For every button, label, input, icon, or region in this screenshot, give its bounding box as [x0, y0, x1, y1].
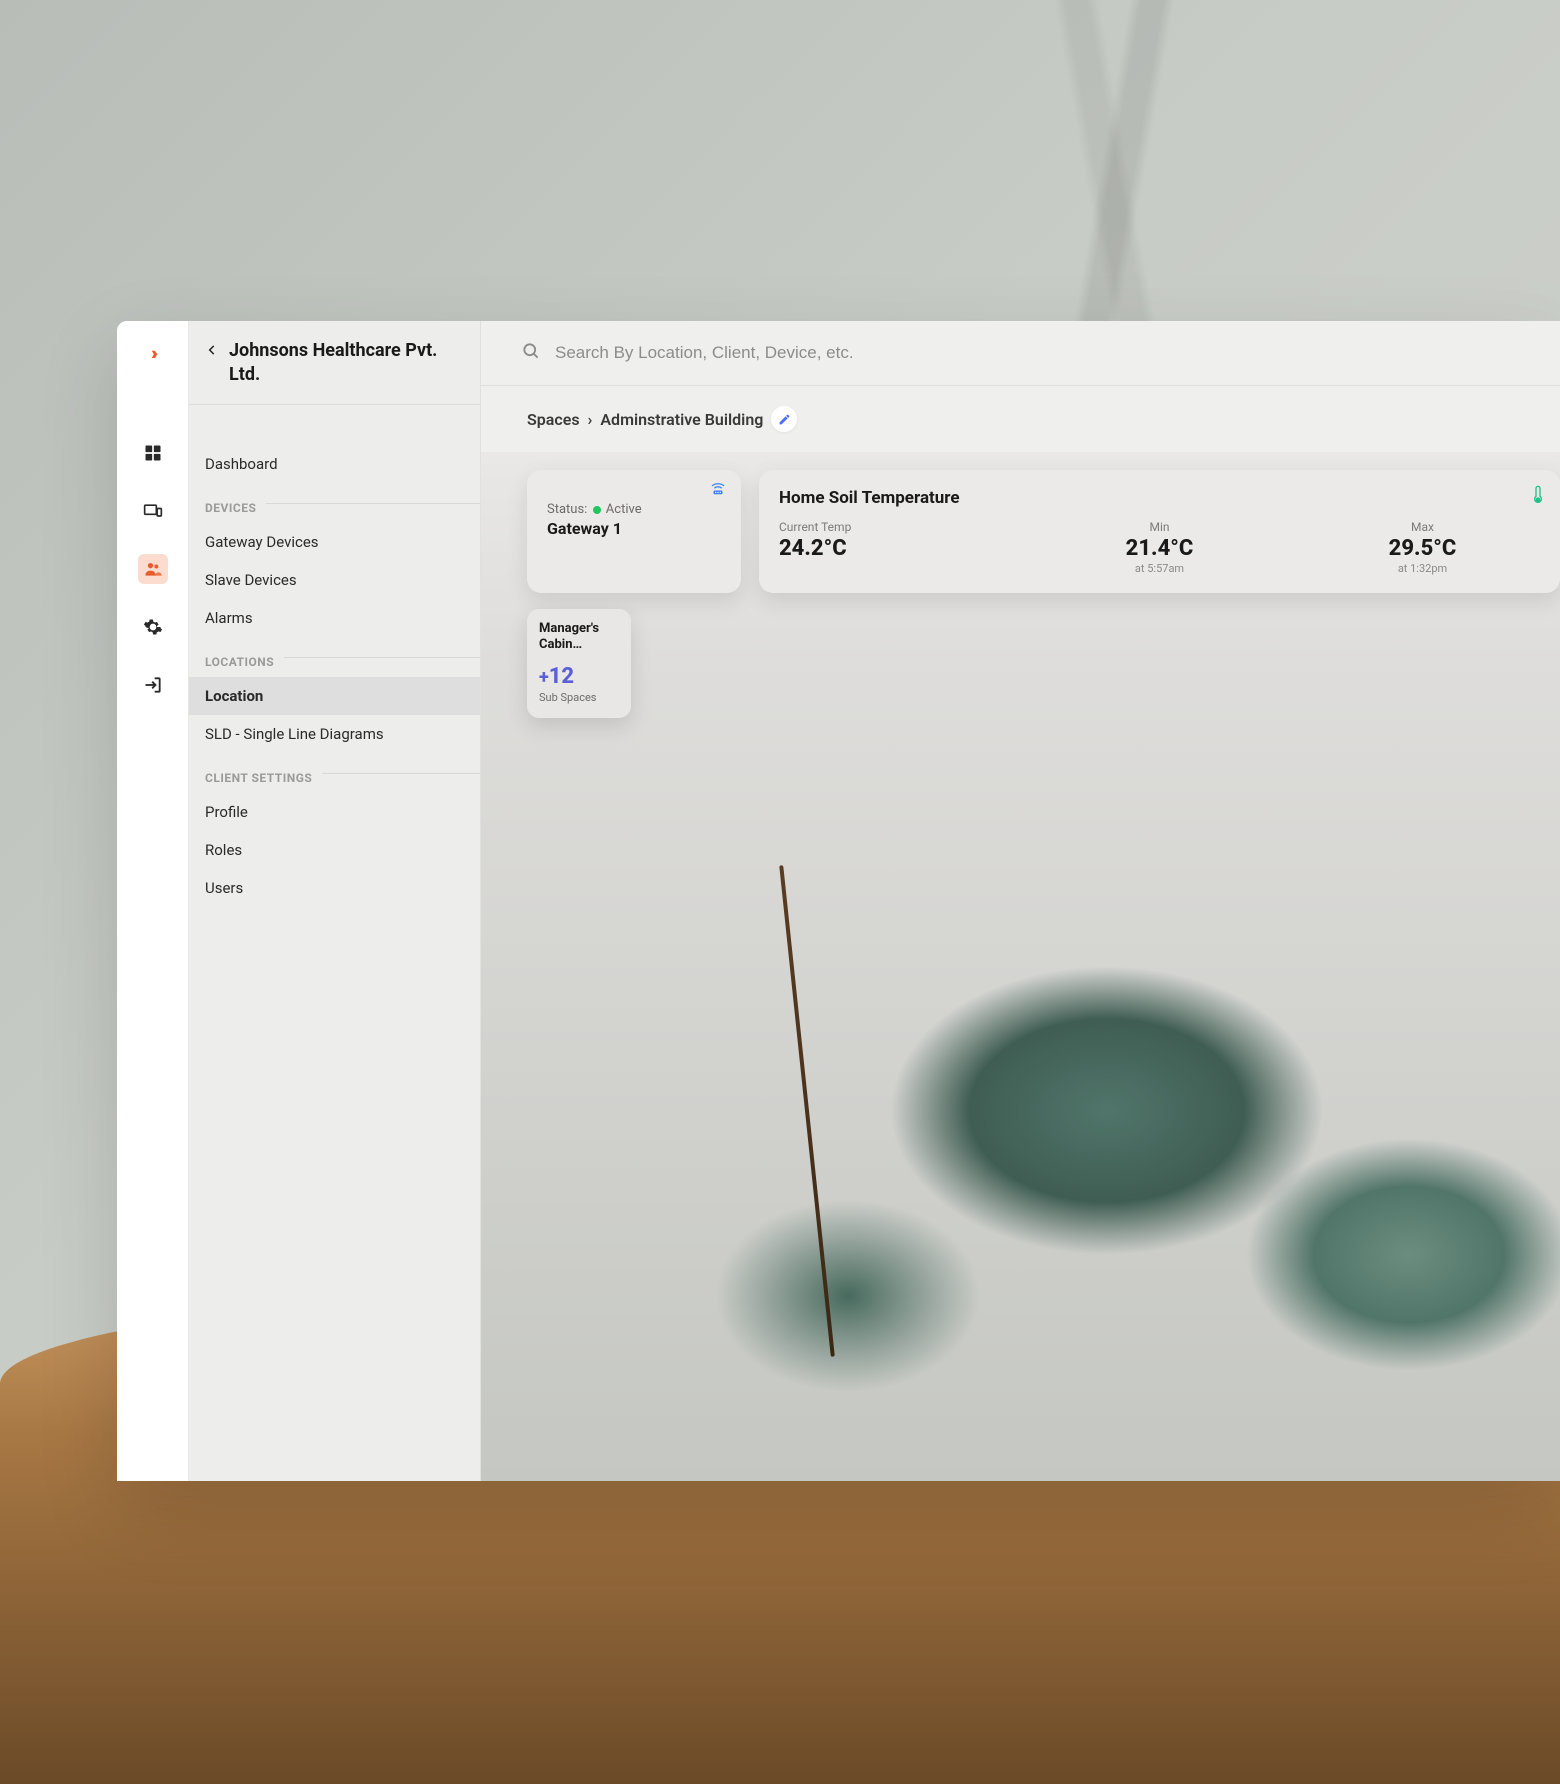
- gateway-status: Status: Active: [547, 502, 721, 517]
- search-bar: [481, 321, 1560, 386]
- side-nav: Johnsons Healthcare Pvt. Ltd. Dashboard …: [189, 321, 481, 1481]
- gateway-name: Gateway 1: [547, 519, 721, 538]
- chevron-right-icon: ›: [588, 410, 593, 429]
- dashboard-icon[interactable]: [138, 438, 168, 468]
- back-button[interactable]: [205, 341, 219, 364]
- subspace-card[interactable]: Manager's Cabin… +12 Sub Spaces: [527, 609, 631, 718]
- app-window: ›› Johnsons Healthcare Pvt. Ltd. Dashboa…: [117, 321, 1560, 1481]
- nav-section-devices: DEVICES: [189, 483, 480, 523]
- nav-item-slave-devices[interactable]: Slave Devices: [189, 561, 480, 599]
- nav-item-users[interactable]: Users: [189, 869, 480, 907]
- temperature-card[interactable]: Home Soil Temperature Current Temp 24.2°…: [759, 470, 1560, 593]
- devices-icon[interactable]: [138, 496, 168, 526]
- router-icon: [709, 480, 727, 502]
- nav-section-locations: LOCATIONS: [189, 637, 480, 677]
- settings-icon[interactable]: [138, 612, 168, 642]
- icon-rail: ››: [117, 321, 189, 1481]
- breadcrumb-root[interactable]: Spaces: [527, 410, 580, 429]
- temp-stats: Current Temp 24.2°C Min 21.4°C at 5:57am…: [779, 520, 1540, 575]
- temp-min: Min 21.4°C at 5:57am: [1042, 520, 1277, 575]
- side-nav-header: Johnsons Healthcare Pvt. Ltd.: [189, 321, 480, 405]
- nav-item-alarms[interactable]: Alarms: [189, 599, 480, 637]
- users-icon[interactable]: [138, 554, 168, 584]
- status-dot-icon: [593, 506, 601, 514]
- temp-card-title: Home Soil Temperature: [779, 488, 1540, 508]
- nav-body: Dashboard DEVICES Gateway Devices Slave …: [189, 405, 480, 927]
- logout-icon[interactable]: [138, 670, 168, 700]
- subspace-label: Sub Spaces: [539, 691, 619, 704]
- breadcrumb: Spaces › Adminstrative Building: [481, 386, 1560, 452]
- content-background: [481, 452, 1560, 1481]
- content-area: Status: Active Gateway 1 Home Soil Tempe…: [481, 452, 1560, 1481]
- breadcrumb-current: Adminstrative Building: [600, 410, 763, 429]
- gateway-card[interactable]: Status: Active Gateway 1: [527, 470, 741, 593]
- nav-item-profile[interactable]: Profile: [189, 793, 480, 831]
- nav-item-dashboard[interactable]: Dashboard: [189, 445, 480, 483]
- main-content: Spaces › Adminstrative Building Status: …: [481, 321, 1560, 1481]
- search-input[interactable]: [555, 343, 1520, 363]
- nav-item-gateway-devices[interactable]: Gateway Devices: [189, 523, 480, 561]
- expand-sidebar-button[interactable]: ››: [151, 343, 154, 364]
- subspace-name: Manager's Cabin…: [539, 621, 619, 654]
- subspace-count: +12: [539, 664, 619, 689]
- temp-max: Max 29.5°C at 1:32pm: [1305, 520, 1540, 575]
- nav-item-location[interactable]: Location: [189, 677, 480, 715]
- nav-section-client-settings: CLIENT SETTINGS: [189, 753, 480, 793]
- org-title: Johnsons Healthcare Pvt. Ltd.: [229, 339, 464, 386]
- temp-current: Current Temp 24.2°C: [779, 520, 1014, 575]
- nav-item-sld[interactable]: SLD - Single Line Diagrams: [189, 715, 480, 753]
- thermometer-icon: [1530, 484, 1546, 510]
- nav-item-roles[interactable]: Roles: [189, 831, 480, 869]
- edit-button[interactable]: [771, 406, 797, 432]
- search-icon: [521, 341, 541, 365]
